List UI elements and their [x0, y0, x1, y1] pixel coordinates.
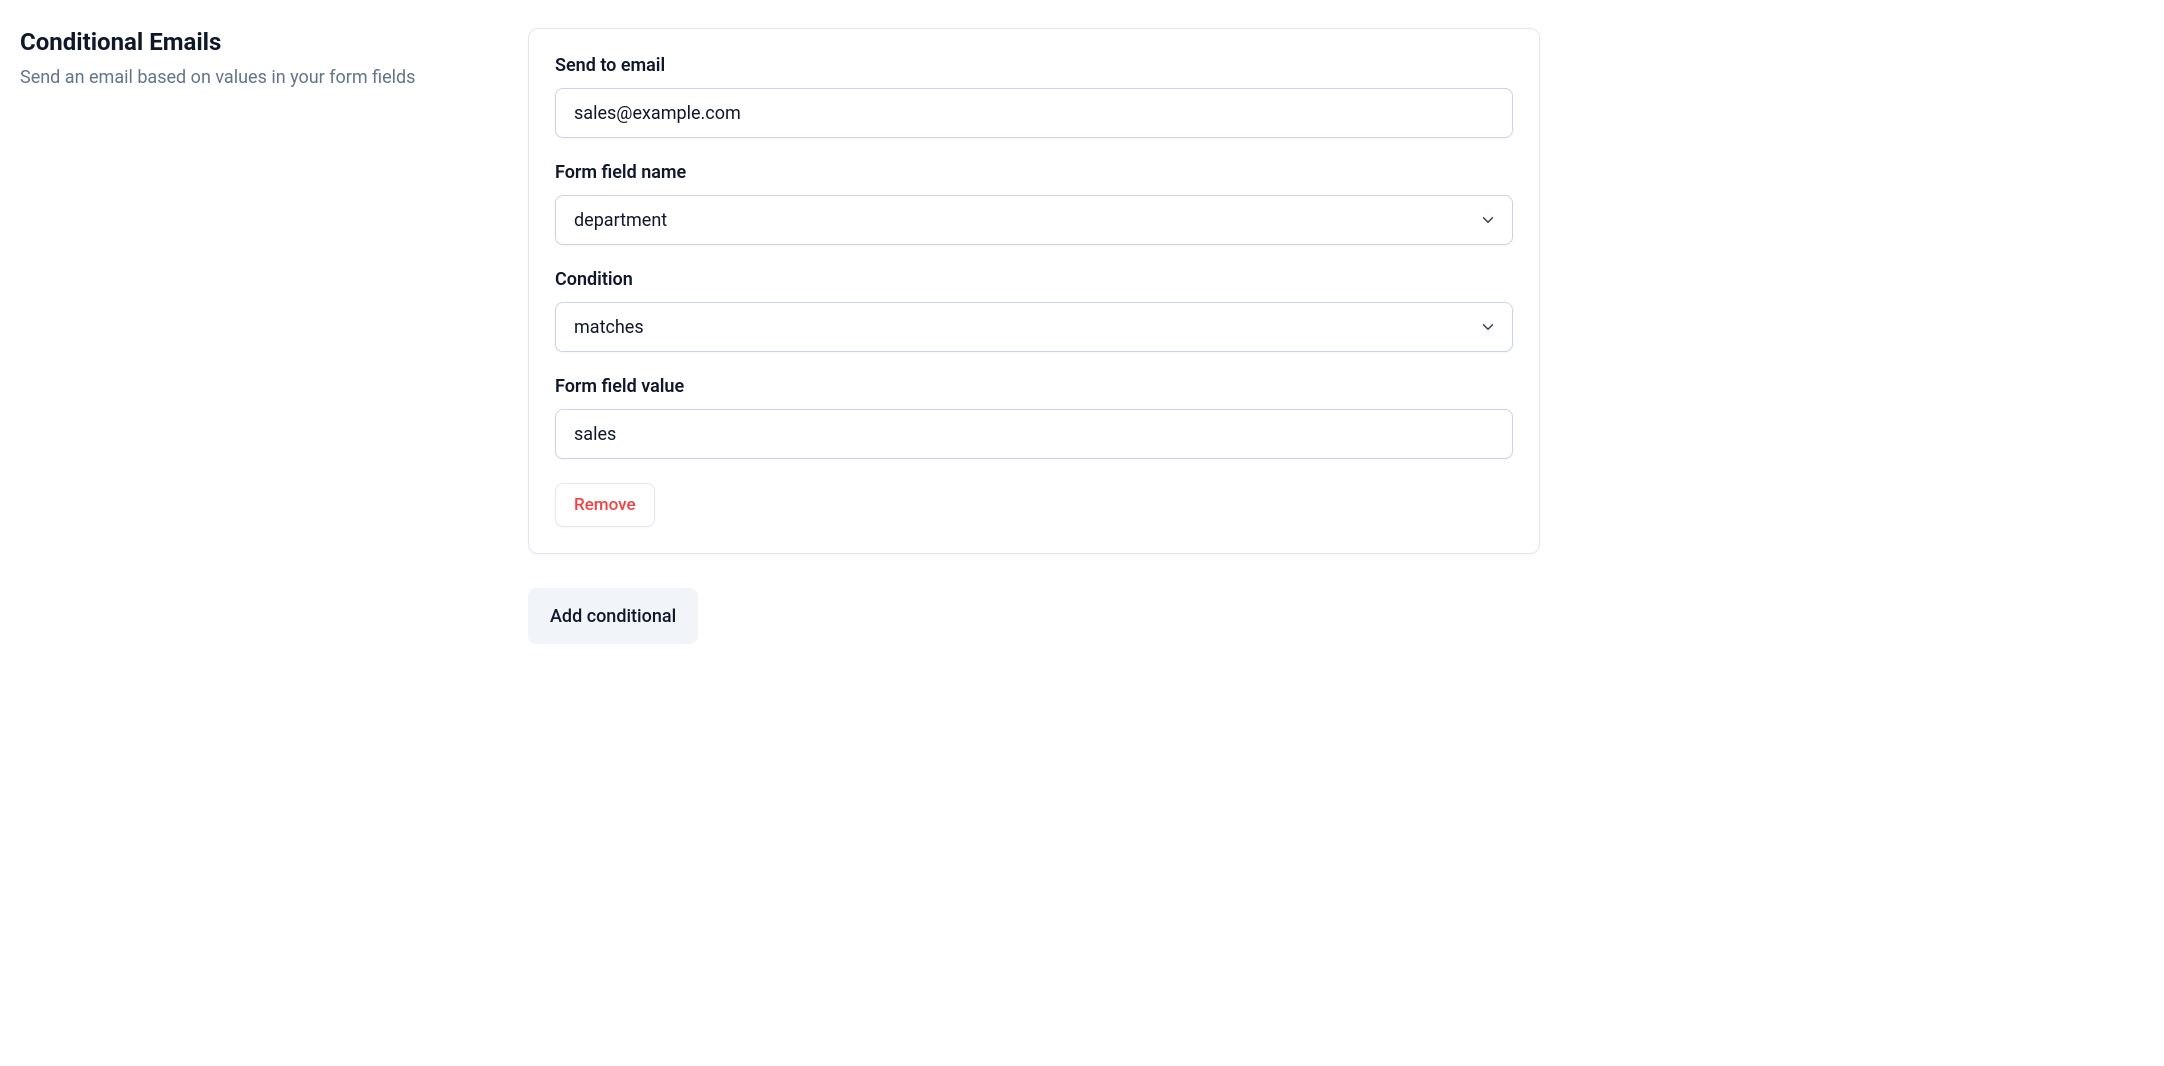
send-to-email-label: Send to email: [555, 55, 1513, 76]
section-sidebar: Conditional Emails Send an email based o…: [20, 28, 480, 644]
condition-select[interactable]: matches: [555, 302, 1513, 352]
settings-container: Conditional Emails Send an email based o…: [20, 28, 1540, 644]
form-field-name-select-wrapper: department: [555, 195, 1513, 245]
card-actions: Remove: [555, 483, 1513, 527]
section-main: Send to email Form field name department…: [528, 28, 1540, 644]
form-field-name-label: Form field name: [555, 162, 1513, 183]
conditional-email-card: Send to email Form field name department…: [528, 28, 1540, 554]
form-field-name-group: Form field name department: [555, 162, 1513, 245]
add-conditional-button[interactable]: Add conditional: [528, 588, 698, 644]
send-to-email-group: Send to email: [555, 55, 1513, 138]
condition-select-wrapper: matches: [555, 302, 1513, 352]
form-field-name-select[interactable]: department: [555, 195, 1513, 245]
form-field-value-label: Form field value: [555, 376, 1513, 397]
section-description: Send an email based on values in your fo…: [20, 64, 480, 91]
section-title: Conditional Emails: [20, 28, 480, 56]
condition-label: Condition: [555, 269, 1513, 290]
form-field-value-input[interactable]: [555, 409, 1513, 459]
send-to-email-input[interactable]: [555, 88, 1513, 138]
remove-button[interactable]: Remove: [555, 483, 655, 527]
form-field-name-value: department: [574, 210, 667, 231]
condition-group: Condition matches: [555, 269, 1513, 352]
form-field-value-group: Form field value: [555, 376, 1513, 459]
condition-value: matches: [574, 317, 644, 338]
